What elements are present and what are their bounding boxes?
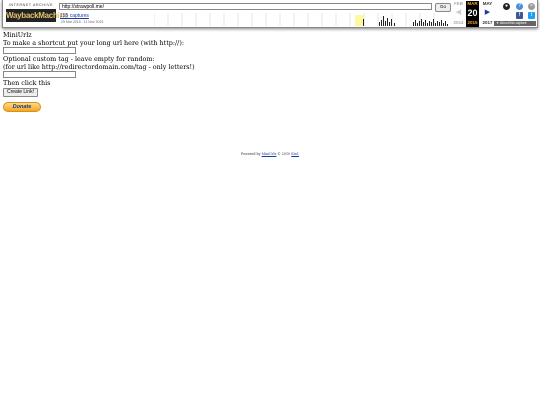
donate-button[interactable]: Donate bbox=[3, 102, 41, 112]
then-click-text: Then click this bbox=[3, 79, 51, 87]
next-year[interactable]: 2017 bbox=[481, 19, 494, 26]
prev-year[interactable]: 2014 bbox=[452, 19, 465, 26]
footer-prefix: Powered by bbox=[241, 152, 261, 156]
footer-link-miniurlz[interactable]: MiniUrlz bbox=[262, 152, 277, 156]
create-link-button[interactable]: Create Link! bbox=[3, 88, 38, 97]
logo-main-text: WaybackMachine bbox=[6, 9, 69, 22]
wayback-toolbar: INTERNET ARCHIVE WaybackMachine http://s… bbox=[2, 0, 538, 28]
url-prompt: To make a shortcut put your long url her… bbox=[3, 39, 184, 47]
site-logo-alt: MiniUrlz bbox=[3, 31, 32, 39]
footer: Powered by MiniUrlz © 2010 Kin1 bbox=[0, 152, 540, 156]
next-arrow-icon[interactable]: ▶ bbox=[481, 7, 494, 19]
prev-arrow-icon[interactable]: ◀ bbox=[452, 7, 465, 19]
wayback-logo[interactable]: INTERNET ARCHIVE WaybackMachine bbox=[6, 3, 69, 25]
tag-prompt: Optional custom tag - leave empty for ra… bbox=[3, 55, 155, 63]
go-button[interactable]: Go bbox=[435, 3, 451, 12]
account-icon[interactable]: ● bbox=[503, 3, 510, 10]
about-capture-label: About this capture bbox=[500, 21, 527, 25]
logo-top-text: INTERNET ARCHIVE bbox=[8, 3, 54, 7]
url-input[interactable]: http://strawpoll.me/ bbox=[59, 3, 432, 10]
facebook-icon[interactable]: f bbox=[516, 12, 523, 19]
page-content: MiniUrlz To make a shortcut put your lon… bbox=[3, 31, 195, 97]
tag-hint: (for url like http://redirectordomain.co… bbox=[3, 63, 195, 71]
current-year: 2015 bbox=[467, 20, 478, 25]
next-month[interactable]: MAY ▶ 2017 bbox=[481, 1, 494, 27]
captures-link[interactable]: 155 captures bbox=[60, 13, 89, 19]
capture-date-range: 25 Mar 2015 - 11 Nov 2023 bbox=[61, 20, 104, 24]
month-navigator: FEB ◀ 2014 MAR 20 2015 MAY ▶ 2017 bbox=[452, 1, 494, 27]
help-icon[interactable]: ? bbox=[516, 3, 523, 10]
capture-sparkline[interactable] bbox=[154, 13, 450, 26]
about-capture-button[interactable]: ▼ About this capture bbox=[494, 21, 536, 26]
current-day: 20 bbox=[467, 8, 478, 18]
twitter-icon[interactable]: t bbox=[528, 12, 535, 19]
footer-link-author[interactable]: Kin1 bbox=[291, 152, 299, 156]
close-icon[interactable]: × bbox=[528, 3, 535, 10]
prev-month[interactable]: FEB ◀ 2014 bbox=[452, 1, 465, 27]
long-url-input[interactable] bbox=[3, 47, 76, 54]
custom-tag-input[interactable] bbox=[3, 71, 76, 78]
footer-copyright: © 2010 bbox=[277, 152, 291, 156]
current-month: MAR 20 2015 bbox=[466, 1, 479, 27]
